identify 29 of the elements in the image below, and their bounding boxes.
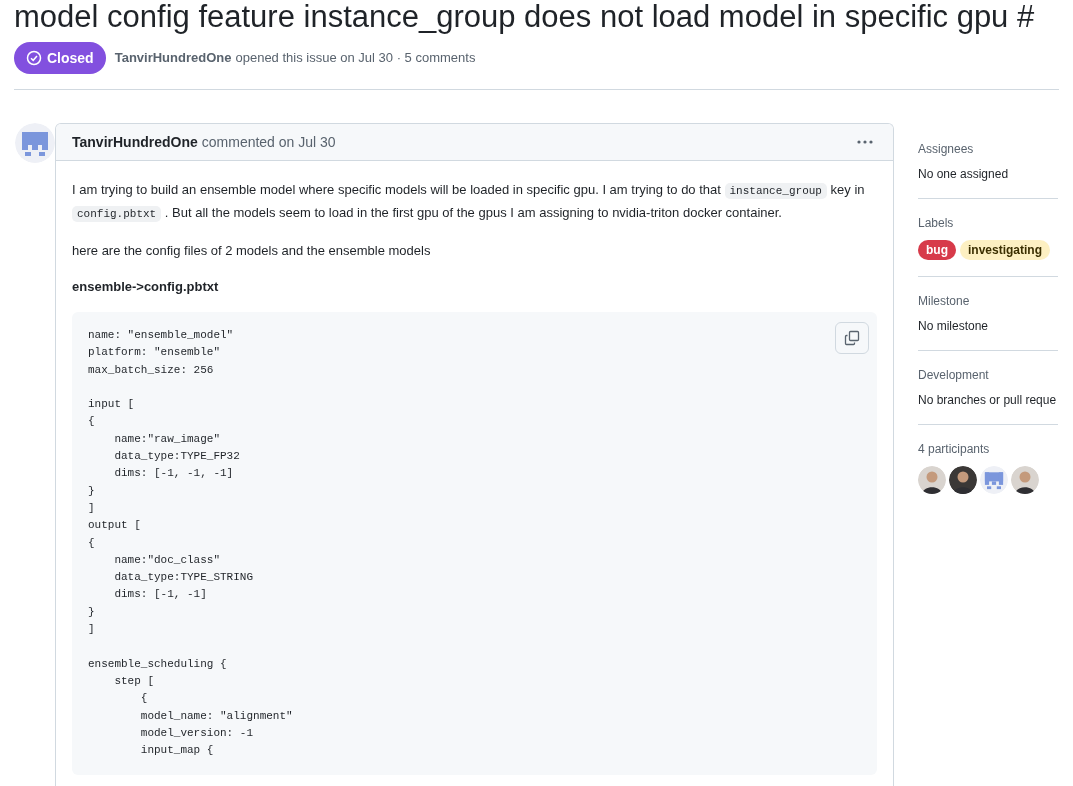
label-tag[interactable]: bug [918,240,956,260]
copy-button[interactable] [835,322,869,354]
code-text: name: "ensemble_model" platform: "ensemble" max_batch_size: 256 input [ { name:"raw_image" data_type:TYPE_FP32 dims: [-1, -1, -1] } ] output [ { name:"doc_class" data_type:TYPE_STRING dims: [-1, -1] } ] ensemble_scheduling { step [ { model_name: "alignment" model_version: -1 input_map { [88,328,293,759]
comment-paragraph: here are the config files of 2 models and the ensemble models [72,242,432,260]
sidebar-heading[interactable]: 4 participants [918,441,1058,457]
avatar-icon[interactable] [1011,466,1039,494]
sidebar-value: No milestone [918,318,990,334]
more-options-icon[interactable] [856,139,874,145]
sidebar-heading[interactable]: Labels [918,215,1058,231]
sidebar-value: No branches or pull reque [918,392,1058,408]
sidebar-value: No one assigned [918,166,1010,182]
check-circle-icon [26,50,42,66]
sidebar-heading[interactable]: Development [918,367,1058,383]
sidebar-heading[interactable]: Assignees [918,141,1058,157]
comment-author[interactable]: TanvirHundredOne [72,131,198,153]
avatar-icon[interactable] [949,466,977,494]
copy-icon [844,330,860,346]
label-tag[interactable]: investigating [960,240,1050,260]
avatar-icon[interactable] [918,466,946,494]
sidebar-heading[interactable]: Milestone [918,293,1058,309]
issue-meta: opened this issue on Jul 30 · 5 comments [235,49,476,68]
status-badge: Closed [14,42,106,74]
avatar-icon [980,466,1008,494]
comment-paragraph: I am trying to build an ensemble model where specific models will be loaded in specific gpu. I am trying to do that instance_group key in config.pbtxt . But all the models seem to load in the first gpu of the gpus I am assigning to nvidia-triton docker container. [72,181,866,224]
code-file-heading: ensemble->config.pbtxt [72,278,220,296]
author-link[interactable]: TanvirHundredOne [114,48,232,68]
comment-meta: commented on Jul 30 [201,132,336,152]
avatar-icon [15,123,55,163]
issue-title: model config feature instance_group does not load model in specific gpu # [14,2,1035,32]
